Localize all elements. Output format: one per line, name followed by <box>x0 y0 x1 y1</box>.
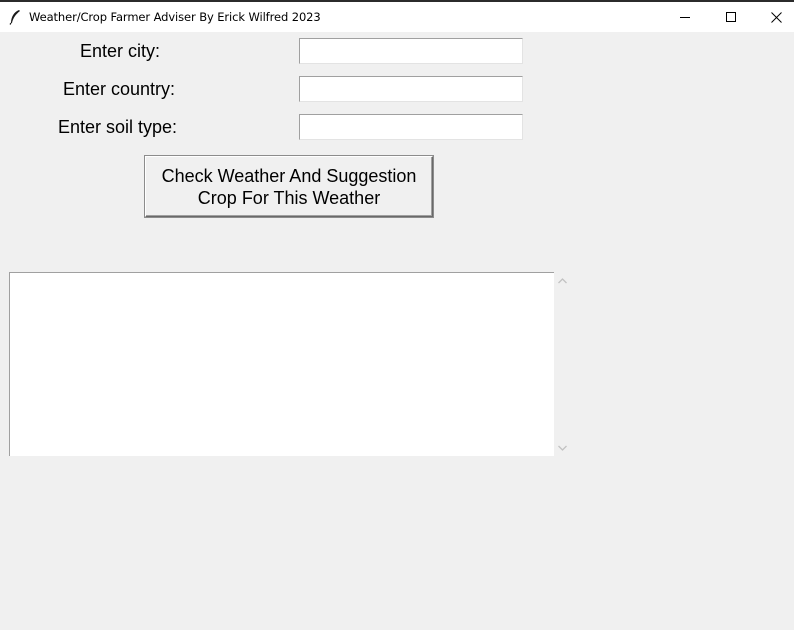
maximize-icon <box>725 11 737 23</box>
maximize-button[interactable] <box>708 2 754 32</box>
scroll-up-arrow-icon[interactable] <box>554 272 571 289</box>
city-label: Enter city: <box>80 41 161 61</box>
check-weather-button-line1: Check Weather And Suggestion <box>161 165 417 186</box>
country-input[interactable] <box>299 76 523 102</box>
soil-type-label: Enter soil type: <box>58 117 178 137</box>
vertical-scrollbar[interactable] <box>554 272 571 456</box>
scroll-down-arrow-icon[interactable] <box>554 439 571 456</box>
minimize-button[interactable] <box>662 2 708 32</box>
window-title: Weather/Crop Farmer Adviser By Erick Wil… <box>29 10 321 24</box>
check-weather-button-line2: Crop For This Weather <box>197 187 381 208</box>
result-text-area[interactable] <box>9 272 554 456</box>
check-weather-button[interactable]: Check Weather And Suggestion Crop For Th… <box>145 156 433 217</box>
close-button[interactable] <box>753 2 794 32</box>
minimize-icon <box>679 12 691 23</box>
title-bar: Weather/Crop Farmer Adviser By Erick Wil… <box>0 0 794 32</box>
close-icon <box>770 11 782 23</box>
city-input[interactable] <box>299 38 523 64</box>
soil-type-input[interactable] <box>299 114 523 140</box>
country-label: Enter country: <box>63 79 176 99</box>
feather-icon <box>8 9 22 25</box>
